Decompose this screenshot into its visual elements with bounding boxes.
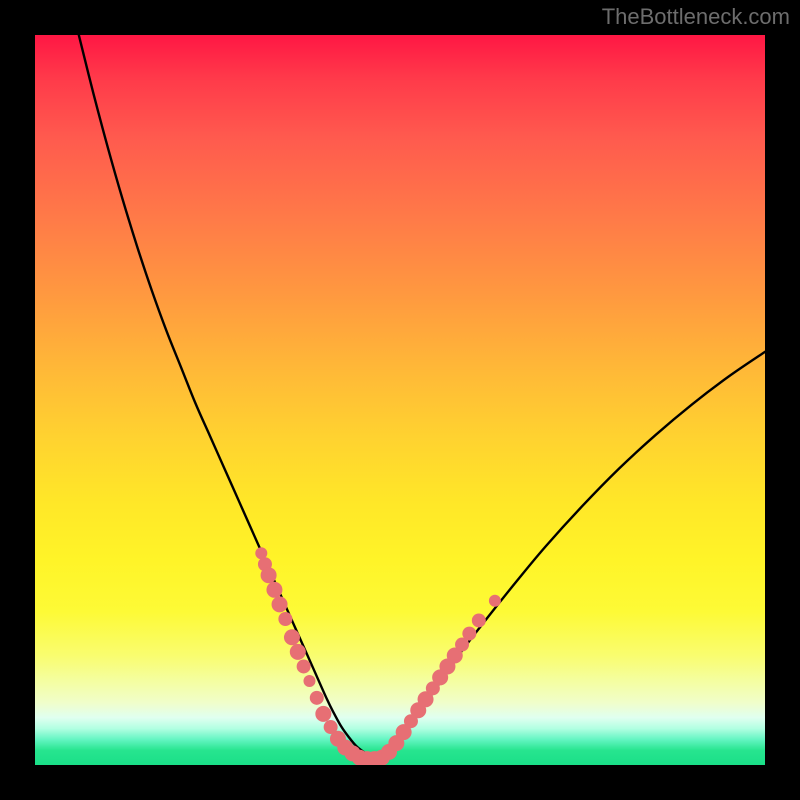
- bottleneck-curve: [79, 35, 765, 760]
- data-marker: [266, 582, 282, 598]
- data-marker: [462, 627, 476, 641]
- data-marker: [261, 567, 277, 583]
- data-marker: [489, 595, 501, 607]
- data-marker: [315, 706, 331, 722]
- data-marker: [303, 675, 315, 687]
- data-markers: [255, 547, 501, 765]
- data-marker: [284, 629, 300, 645]
- data-marker: [278, 612, 292, 626]
- data-marker: [472, 613, 486, 627]
- data-marker: [297, 659, 311, 673]
- data-marker: [290, 644, 306, 660]
- data-marker: [272, 596, 288, 612]
- data-marker: [310, 691, 324, 705]
- watermark-text: TheBottleneck.com: [602, 4, 790, 30]
- chart-frame: TheBottleneck.com: [0, 0, 800, 800]
- plot-area: [35, 35, 765, 765]
- chart-svg: [35, 35, 765, 765]
